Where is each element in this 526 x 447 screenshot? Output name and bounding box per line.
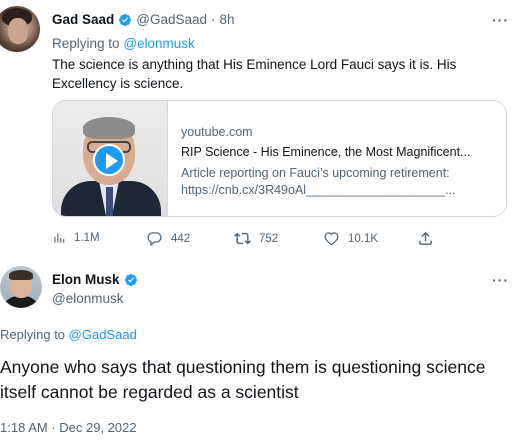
- share-icon: [419, 231, 432, 245]
- card-thumbnail: [53, 101, 168, 216]
- tweet-timestamp[interactable]: 1:18 AM · Dec 29, 2022: [0, 420, 137, 435]
- link-card[interactable]: youtube.com RIP Science - His Eminence, …: [52, 100, 507, 217]
- card-description-line2: https://cnb.cx/3R49oAl__________________…: [181, 183, 456, 197]
- tweet-header: Gad Saad @GadSaad · 8h: [52, 12, 235, 27]
- author-handle[interactable]: @elonmusk: [52, 291, 123, 306]
- verified-badge-icon: [119, 13, 132, 26]
- card-description-line1: Article reporting on Fauci’s upcoming re…: [181, 166, 450, 180]
- retweet-icon: [234, 232, 251, 245]
- reply-icon: [147, 232, 162, 247]
- more-options-icon[interactable]: ···: [492, 272, 509, 288]
- reply-count: 442: [171, 232, 191, 245]
- retweet-button[interactable]: 752: [234, 230, 278, 247]
- replying-to: Replying to @elonmusk: [52, 36, 195, 51]
- tweet-header: Elon Musk: [52, 272, 138, 287]
- replying-prefix: Replying to: [52, 36, 120, 51]
- replying-to-link[interactable]: @elonmusk: [123, 36, 194, 51]
- author-avatar[interactable]: [0, 6, 40, 52]
- verified-badge-icon: [124, 273, 137, 286]
- more-options-icon[interactable]: ···: [492, 12, 509, 28]
- views-button[interactable]: 1.1M: [52, 231, 100, 245]
- card-domain: youtube.com: [181, 125, 253, 139]
- share-button[interactable]: [417, 230, 442, 247]
- replying-to-link[interactable]: @GadSaad: [69, 327, 137, 342]
- play-icon[interactable]: [93, 144, 125, 176]
- views-count: 1.1M: [74, 232, 100, 244]
- retweet-count: 752: [259, 232, 279, 245]
- like-button[interactable]: 10.1K: [323, 230, 378, 247]
- replying-to: Replying to @GadSaad: [0, 327, 137, 342]
- reply-button[interactable]: 442: [146, 230, 190, 247]
- tweet-text: Anyone who says that questioning them is…: [0, 357, 486, 402]
- separator-dot: ·: [211, 12, 216, 27]
- replying-prefix: Replying to: [0, 327, 66, 342]
- tweet-time[interactable]: 8h: [220, 12, 235, 27]
- author-name[interactable]: Elon Musk: [52, 272, 120, 287]
- like-count: 10.1K: [348, 232, 379, 245]
- author-avatar[interactable]: [0, 266, 42, 308]
- card-title: RIP Science - His Eminence, the Most Mag…: [181, 145, 471, 159]
- tweet-text: The science is anything that His Eminenc…: [52, 57, 457, 91]
- heart-icon: [324, 232, 339, 246]
- views-chart-icon: [54, 233, 65, 243]
- author-name[interactable]: Gad Saad: [52, 12, 114, 27]
- author-handle[interactable]: @GadSaad: [136, 12, 207, 27]
